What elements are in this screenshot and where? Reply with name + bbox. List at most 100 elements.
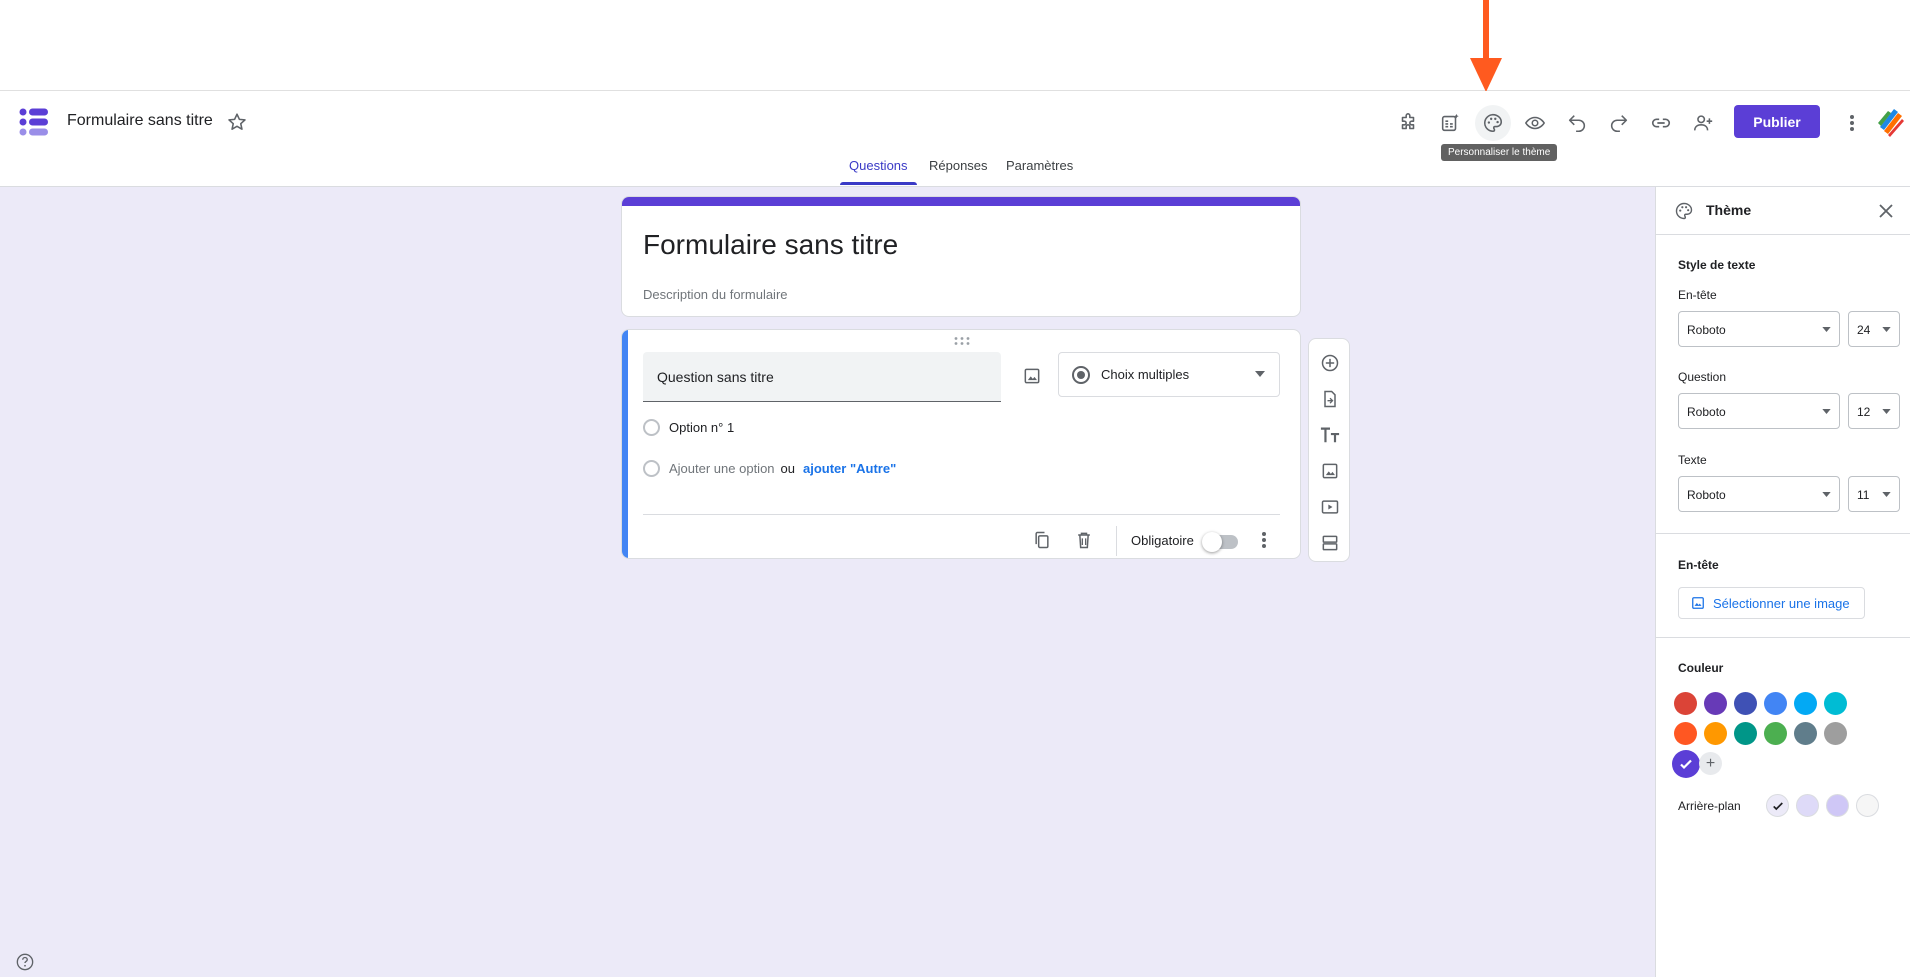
- doc-title[interactable]: Formulaire sans titre: [67, 112, 213, 130]
- header-size-select[interactable]: 24: [1848, 311, 1900, 347]
- more-options-button[interactable]: [1838, 105, 1866, 141]
- color-swatch[interactable]: [1704, 692, 1727, 715]
- add-other-link[interactable]: ajouter "Autre": [803, 461, 896, 476]
- image-icon: [1692, 597, 1704, 609]
- account-brand-icon[interactable]: [1876, 105, 1904, 137]
- image-icon: [1024, 368, 1040, 384]
- video-icon: [1321, 500, 1339, 514]
- option-text[interactable]: Option n° 1: [669, 420, 734, 435]
- color-swatch[interactable]: [1734, 692, 1757, 715]
- add-circle-icon: [1321, 354, 1339, 372]
- help-icon[interactable]: [16, 953, 34, 971]
- form-description[interactable]: Description du formulaire: [643, 287, 788, 302]
- question-type-select[interactable]: Choix multiples: [1058, 352, 1280, 397]
- text-font-value: Roboto: [1687, 488, 1726, 502]
- eye-icon: [1524, 116, 1546, 130]
- color-swatch[interactable]: [1824, 722, 1847, 745]
- chevron-down-icon: [1882, 327, 1891, 332]
- radio-button-icon: [1072, 366, 1090, 384]
- question-title-input[interactable]: Question sans titre: [643, 352, 1001, 402]
- tab-settings[interactable]: Paramètres: [1006, 158, 1073, 173]
- drag-handle-icon[interactable]: [953, 336, 971, 346]
- background-swatch[interactable]: [1826, 794, 1849, 817]
- header: Formulaire sans titre Personnaliser le t…: [0, 91, 1910, 187]
- forms-logo-icon: [19, 108, 48, 136]
- add-title-button[interactable]: [1318, 423, 1342, 447]
- addons-button[interactable]: [1390, 105, 1426, 141]
- undo-icon: [1568, 115, 1586, 133]
- image-icon: [1322, 463, 1338, 479]
- color-swatch[interactable]: [1824, 692, 1847, 715]
- select-image-button[interactable]: Sélectionner une image: [1678, 587, 1865, 619]
- tab-bar: Questions Réponses Paramètres: [0, 158, 1910, 187]
- chevron-down-icon: [1822, 492, 1831, 497]
- add-image-tool-button[interactable]: [1318, 459, 1342, 483]
- publish-button[interactable]: Publier: [1734, 105, 1820, 138]
- color-swatch[interactable]: [1764, 692, 1787, 715]
- add-section-button[interactable]: [1318, 531, 1342, 555]
- chevron-down-icon: [1822, 327, 1831, 332]
- theme-accent-bar: [622, 197, 1300, 206]
- undo-button[interactable]: [1559, 105, 1595, 141]
- check-icon: [1680, 759, 1692, 770]
- question-more-button[interactable]: [1250, 526, 1278, 554]
- header-font-value: Roboto: [1687, 323, 1726, 337]
- color-swatch[interactable]: [1794, 692, 1817, 715]
- form-title[interactable]: Formulaire sans titre: [643, 229, 898, 261]
- question-font-value: Roboto: [1687, 405, 1726, 419]
- question-size-select[interactable]: 12: [1848, 393, 1900, 429]
- active-tab-indicator: [840, 182, 917, 185]
- header-font-select[interactable]: Roboto: [1678, 311, 1840, 347]
- text-font-select[interactable]: Roboto: [1678, 476, 1840, 512]
- add-video-button[interactable]: [1318, 495, 1342, 519]
- card-divider: [643, 514, 1280, 515]
- color-swatch[interactable]: [1704, 722, 1727, 745]
- trash-icon: [1078, 532, 1090, 549]
- add-question-button[interactable]: [1318, 351, 1342, 375]
- floating-toolbar: [1308, 338, 1350, 562]
- chevron-down-icon: [1255, 371, 1265, 377]
- form-title-card[interactable]: Formulaire sans titre Description du for…: [621, 196, 1301, 317]
- theme-panel-title: Thème: [1706, 202, 1752, 218]
- duplicate-button[interactable]: [1028, 526, 1056, 554]
- preview-button[interactable]: [1517, 105, 1553, 141]
- required-toggle[interactable]: [1202, 532, 1238, 552]
- app-frame: Formulaire sans titre Personnaliser le t…: [0, 0, 1910, 977]
- color-swatch[interactable]: [1734, 722, 1757, 745]
- chevron-down-icon: [1822, 409, 1831, 414]
- add-option-input[interactable]: Ajouter une option: [669, 461, 775, 476]
- delete-button[interactable]: [1070, 526, 1098, 554]
- ai-assist-button[interactable]: [1432, 105, 1468, 141]
- color-swatch[interactable]: [1764, 722, 1787, 745]
- redo-button[interactable]: [1601, 105, 1637, 141]
- color-swatch[interactable]: [1794, 722, 1817, 745]
- chevron-down-icon: [1882, 492, 1891, 497]
- question-font-select[interactable]: Roboto: [1678, 393, 1840, 429]
- add-collaborator-button[interactable]: [1685, 105, 1721, 141]
- more-vert-icon: [1850, 115, 1854, 131]
- or-text: ou: [780, 460, 795, 476]
- color-swatch[interactable]: [1674, 722, 1697, 745]
- required-label: Obligatoire: [1131, 533, 1194, 548]
- copy-link-button[interactable]: [1643, 105, 1679, 141]
- color-swatch[interactable]: [1674, 692, 1697, 715]
- background-swatch[interactable]: [1796, 794, 1819, 817]
- text-title-icon: [1320, 427, 1340, 443]
- color-title: Couleur: [1678, 661, 1724, 675]
- tab-questions[interactable]: Questions: [849, 158, 908, 173]
- customize-theme-button[interactable]: [1475, 105, 1511, 141]
- close-panel-button[interactable]: [1874, 199, 1898, 223]
- star-icon[interactable]: [226, 111, 248, 133]
- section-icon: [1322, 535, 1338, 551]
- import-questions-button[interactable]: [1318, 387, 1342, 411]
- text-size-select[interactable]: 11: [1848, 476, 1900, 512]
- background-swatch[interactable]: [1766, 794, 1789, 817]
- text-font-label: Texte: [1678, 453, 1707, 467]
- add-color-button[interactable]: +: [1699, 752, 1722, 775]
- color-swatch[interactable]: [1672, 750, 1700, 778]
- background-swatch[interactable]: [1856, 794, 1879, 817]
- header-font-label: En-tête: [1678, 288, 1717, 302]
- add-image-button[interactable]: [1014, 358, 1050, 394]
- tab-responses[interactable]: Réponses: [929, 158, 988, 173]
- question-card[interactable]: Question sans titre Choix multiples Opti…: [621, 329, 1301, 559]
